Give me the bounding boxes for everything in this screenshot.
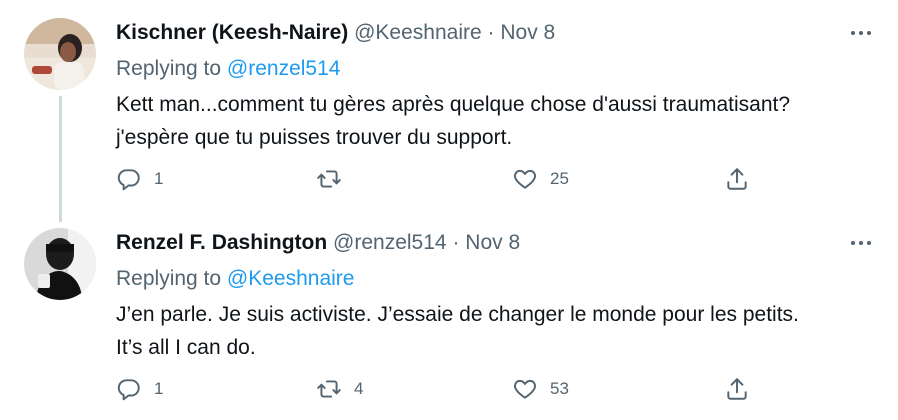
user-handle[interactable]: @Keeshnaire (354, 21, 482, 44)
separator-dot: · (452, 231, 460, 254)
retweet-arrows-icon (317, 170, 341, 188)
reply-button[interactable]: 1 (116, 164, 163, 194)
tweet-2[interactable]: Renzel F. Dashington @renzel514 · Nov 8 … (0, 210, 898, 420)
heart-icon (514, 379, 536, 399)
like-count: 25 (550, 169, 569, 188)
reply-count: 1 (154, 169, 164, 188)
avatar-renzel[interactable] (24, 228, 96, 300)
speech-bubble-icon (117, 379, 140, 401)
tweet-date[interactable]: Nov 8 (465, 231, 520, 254)
tweet-text: Kett man...comment tu gères après quelqu… (116, 88, 876, 154)
tweet-actions: 1 25 (116, 164, 796, 194)
replying-to-line: Replying to @Keeshnaire (116, 266, 354, 292)
tweet-text-line: It’s all I can do. (116, 336, 256, 359)
tweet-text-line: J’en parle. Je suis activiste. J’essaie … (116, 303, 799, 326)
tweet-header: Renzel F. Dashington @renzel514 · Nov 8 (116, 230, 520, 256)
share-upload-icon (727, 378, 747, 400)
retweet-button[interactable] (316, 164, 354, 194)
avatar-image (24, 228, 96, 300)
retweet-count: 4 (354, 379, 364, 398)
retweet-arrows-icon (317, 380, 341, 398)
user-handle[interactable]: @renzel514 (333, 231, 447, 254)
replying-to-label: Replying to (116, 57, 222, 80)
tweet-text-line: j'espère que tu puisses trouver du suppo… (116, 126, 513, 149)
more-icon[interactable] (846, 228, 876, 258)
share-upload-icon (727, 168, 747, 190)
replying-to-line: Replying to @renzel514 (116, 56, 340, 82)
share-button[interactable] (724, 164, 750, 194)
avatar-kischner[interactable] (24, 18, 96, 90)
tweet-1[interactable]: Kischner (Keesh-Naire) @Keeshnaire · Nov… (0, 0, 898, 222)
retweet-button[interactable]: 4 (316, 374, 363, 404)
separator-dot: · (487, 21, 495, 44)
display-name[interactable]: Renzel F. Dashington (116, 231, 327, 254)
like-count: 53 (550, 379, 569, 398)
tweet-text: J’en parle. Je suis activiste. J’essaie … (116, 298, 876, 364)
avatar-image (24, 18, 96, 90)
speech-bubble-icon (117, 169, 140, 191)
share-button[interactable] (724, 374, 750, 404)
heart-icon (514, 169, 536, 189)
replying-to-mention[interactable]: @Keeshnaire (227, 267, 355, 290)
display-name[interactable]: Kischner (Keesh-Naire) (116, 21, 348, 44)
tweet-text-line: Kett man...comment tu gères après quelqu… (116, 93, 791, 116)
like-button[interactable]: 25 (512, 164, 569, 194)
reply-button[interactable]: 1 (116, 374, 163, 404)
tweet-date[interactable]: Nov 8 (500, 21, 555, 44)
tweet-actions: 1 4 53 (116, 374, 796, 404)
replying-to-mention[interactable]: @renzel514 (227, 57, 341, 80)
tweet-header: Kischner (Keesh-Naire) @Keeshnaire · Nov… (116, 20, 555, 46)
more-icon[interactable] (846, 18, 876, 48)
thread-connector-line (59, 96, 62, 222)
like-button[interactable]: 53 (512, 374, 569, 404)
replying-to-label: Replying to (116, 267, 222, 290)
reply-count: 1 (154, 379, 164, 398)
